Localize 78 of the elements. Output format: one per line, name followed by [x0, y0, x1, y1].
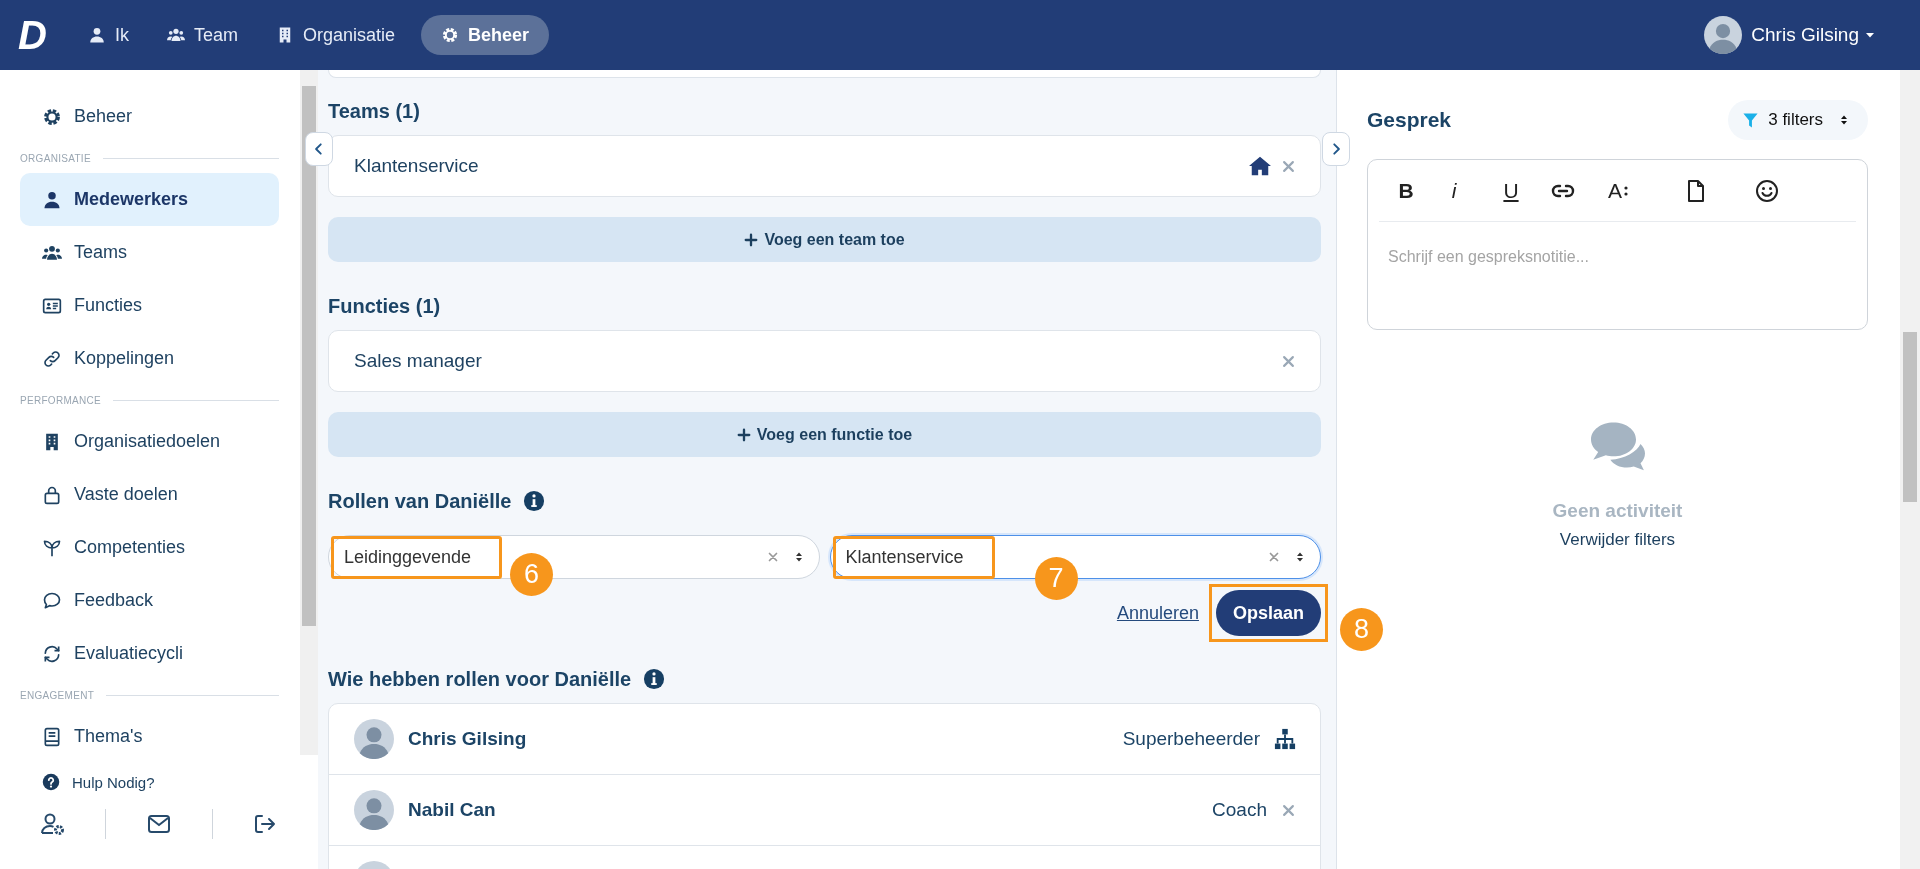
sidebar-item[interactable]: Feedback	[20, 574, 279, 627]
avatar	[1704, 16, 1743, 54]
role-label: Coach	[1212, 799, 1267, 821]
settings-icon	[441, 26, 459, 44]
nav-tab[interactable]: Team	[154, 15, 250, 55]
sort-icon	[1838, 113, 1850, 127]
empty-title: Geen activiteit	[1552, 500, 1683, 522]
speech-bubble-icon	[42, 590, 62, 611]
sidebar-item[interactable]: Functies	[20, 279, 279, 332]
emoji-icon[interactable]	[1755, 178, 1779, 203]
filter-icon	[1742, 111, 1760, 129]
avatar	[354, 790, 394, 830]
user-menu[interactable]: Chris Gilsing	[1704, 16, 1876, 54]
group-icon	[166, 26, 185, 44]
refresh-icon	[42, 643, 62, 664]
sidebar-item[interactable]: Koppelingen	[20, 332, 279, 385]
person-name: Nabil Can	[408, 799, 496, 821]
role-label: Superbeheerder	[1122, 728, 1260, 750]
collapse-button[interactable]	[305, 132, 333, 166]
clear-icon[interactable]	[766, 551, 779, 563]
envelope-icon[interactable]	[147, 812, 171, 836]
section-title: Functies (1)	[328, 294, 441, 318]
nav-tab[interactable]: Organisatie	[263, 15, 407, 55]
section-title: Wie hebben rollen voor Daniëlle	[328, 667, 632, 691]
user-settings-icon[interactable]	[40, 812, 65, 836]
underline-button[interactable]: U	[1497, 175, 1525, 206]
info-icon[interactable]	[523, 490, 546, 512]
section-title: Teams (1)	[328, 99, 420, 123]
panel-title: Gesprek	[1367, 108, 1452, 132]
select-value: Leidinggevende	[331, 535, 503, 579]
section-label: PERFORMANCE	[20, 394, 102, 406]
sidebar-item[interactable]: Organisatiedoelen	[20, 415, 279, 468]
plus-icon	[744, 232, 759, 247]
item-label: Sales manager	[354, 350, 483, 372]
hierarchy-icon[interactable]	[1274, 728, 1296, 750]
sidebar-item[interactable]: Thema's	[20, 710, 279, 755]
section-label: ORGANISATIE	[20, 152, 91, 164]
logout-icon[interactable]	[253, 812, 278, 836]
font-size-button[interactable]: A	[1603, 175, 1633, 206]
sidebar-item[interactable]: Vaste doelen	[20, 468, 279, 521]
section-title: Rollen van Daniëlle	[328, 489, 512, 513]
user-icon	[42, 189, 62, 210]
user-icon	[87, 26, 106, 44]
nav-tab[interactable]: Ik	[75, 15, 141, 55]
nav-tab[interactable]: Beheer	[421, 15, 549, 55]
section-label: ENGAGEMENT	[20, 689, 95, 701]
sidebar-item[interactable]: Evaluatiecycli	[20, 627, 279, 680]
dots-icon	[1624, 184, 1628, 197]
italic-button[interactable]: i	[1444, 175, 1464, 206]
link-icon	[42, 348, 62, 369]
avatar	[354, 719, 394, 759]
save-button[interactable]: Opslaan	[1215, 590, 1321, 636]
info-icon[interactable]	[643, 668, 666, 690]
select-value: Klantenservice	[832, 535, 995, 579]
note-editor[interactable]: B i U A Schrijf een gespreksnotitie...	[1367, 159, 1868, 330]
person-name: Chris Gilsing	[408, 728, 527, 750]
bold-button[interactable]: B	[1391, 175, 1421, 206]
add-button[interactable]: Voeg een functie toe	[328, 412, 1321, 457]
cancel-link[interactable]: Annuleren	[1116, 602, 1199, 624]
lock-icon	[42, 484, 62, 505]
sidebar-item[interactable]: Teams	[20, 226, 279, 279]
clear-icon[interactable]	[1268, 551, 1280, 563]
logo[interactable]: D	[18, 15, 46, 55]
plus-icon	[736, 427, 751, 442]
sidebar-item[interactable]: Competenties	[20, 521, 279, 574]
expand-button[interactable]	[1322, 132, 1350, 166]
sidebar-item[interactable]: Beheer	[20, 90, 279, 143]
item-label: Klantenservice	[354, 155, 480, 177]
home-icon[interactable]	[1249, 155, 1271, 177]
clear-filters-link[interactable]: Verwijder filters	[1559, 530, 1676, 550]
sort-icon	[1294, 550, 1306, 564]
help-icon	[42, 773, 60, 791]
sidebar-item[interactable]: Medewerkers	[20, 173, 279, 226]
help-link[interactable]: Hulp Nodig?	[0, 755, 318, 791]
settings-icon	[42, 106, 62, 127]
add-button[interactable]: Voeg een team toe	[328, 217, 1321, 262]
filter-button[interactable]: 3 filters	[1728, 100, 1868, 140]
book-icon	[42, 726, 62, 747]
